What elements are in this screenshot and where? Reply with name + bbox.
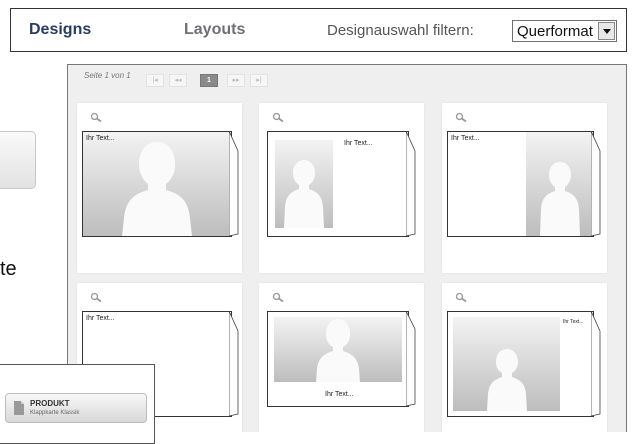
person-silhouette-icon	[122, 142, 192, 236]
tab-designs[interactable]: Designs	[29, 21, 91, 39]
photo-placeholder	[83, 132, 231, 236]
design-card[interactable]: Ihr Text...	[442, 283, 607, 432]
chevron-down-icon[interactable]	[598, 22, 615, 40]
card-fold-icon	[229, 131, 239, 237]
zoom-icon[interactable]	[272, 292, 285, 303]
side-button[interactable]	[0, 131, 36, 189]
top-bar: Designs Layouts Designauswahl filtern: Q…	[10, 8, 627, 52]
zoom-icon[interactable]	[90, 292, 103, 303]
card-text: Ihr Text...	[451, 135, 480, 142]
design-card[interactable]: Ihr Text...	[442, 103, 607, 273]
card-preview: Ihr Text...	[447, 311, 594, 417]
document-icon	[14, 401, 24, 415]
card-text: Ihr Text...	[86, 315, 115, 322]
product-subtitle: Klappkarte Klassik	[30, 410, 80, 416]
zoom-icon[interactable]	[90, 112, 103, 123]
photo-placeholder	[453, 317, 560, 411]
person-silhouette-icon	[316, 319, 360, 382]
zoom-icon[interactable]	[455, 292, 468, 303]
design-card[interactable]: Ihr Text...	[77, 103, 242, 273]
page-1-button[interactable]: 1	[200, 74, 218, 87]
design-card[interactable]: Ihr Text...	[259, 283, 424, 432]
last-page-button[interactable]: ▸|	[250, 74, 268, 87]
pager: Seite 1 von 1 |◂ ◂◂ 1 ▸▸ ▸|	[68, 65, 626, 95]
product-panel: PRODUKT Klappkarte Klassik	[0, 364, 155, 444]
person-silhouette-icon	[540, 162, 580, 236]
person-silhouette-icon	[487, 349, 527, 411]
filter-selected-value: Querformat	[517, 23, 593, 40]
zoom-icon[interactable]	[272, 112, 285, 123]
prev-page-button[interactable]: ◂◂	[169, 74, 187, 87]
card-text: Ihr Text...	[563, 319, 584, 325]
first-page-button[interactable]: |◂	[146, 74, 164, 87]
product-title: PRODUKT	[30, 399, 70, 408]
card-text: Ihr Text...	[344, 140, 373, 147]
product-button[interactable]: PRODUKT Klappkarte Klassik	[5, 393, 147, 423]
photo-placeholder	[274, 317, 402, 382]
design-card[interactable]: Ihr Text...	[259, 103, 424, 273]
card-fold-icon	[591, 311, 601, 417]
photo-placeholder	[275, 140, 333, 228]
filter-label: Designauswahl filtern:	[327, 22, 474, 39]
photo-placeholder	[526, 132, 593, 236]
card-preview: Ihr Text...	[82, 131, 232, 237]
card-preview: Ihr Text...	[267, 311, 409, 407]
next-page-button[interactable]: ▸▸	[227, 74, 245, 87]
tab-layouts[interactable]: Layouts	[184, 21, 245, 39]
card-fold-icon	[229, 311, 239, 417]
zoom-icon[interactable]	[455, 112, 468, 123]
card-preview: Ihr Text...	[447, 131, 594, 237]
card-fold-icon	[591, 131, 601, 237]
side-text-fragment: te	[0, 258, 17, 280]
card-text: Ihr Text...	[86, 135, 115, 142]
card-fold-icon	[406, 131, 416, 237]
card-text: Ihr Text...	[325, 391, 354, 398]
page-info: Seite 1 von 1	[84, 71, 131, 80]
card-fold-icon	[406, 311, 416, 407]
design-filter-select[interactable]: Querformat	[512, 20, 617, 42]
person-silhouette-icon	[284, 160, 324, 228]
card-preview: Ihr Text...	[267, 131, 409, 237]
